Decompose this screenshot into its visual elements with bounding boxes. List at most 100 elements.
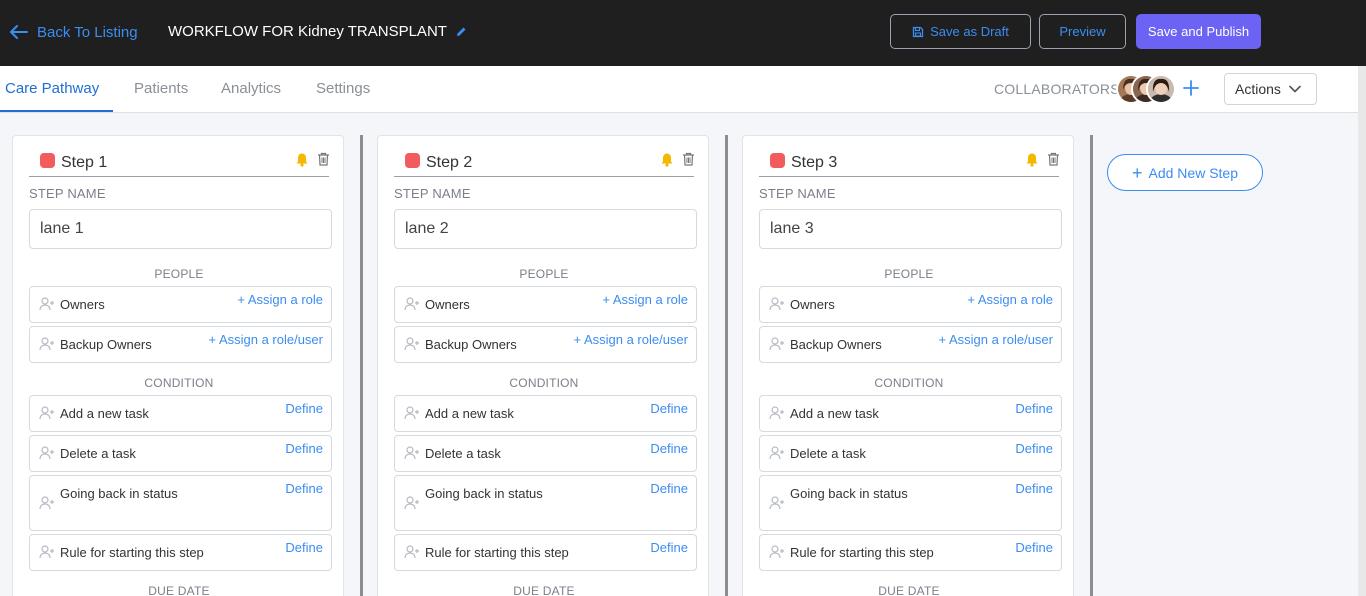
tab-analytics[interactable]: Analytics (221, 80, 281, 97)
user-plus-icon (404, 337, 420, 356)
condition-row: Add a new task Define (759, 395, 1062, 432)
condition-label: Add a new task (425, 406, 514, 421)
assign-role-link[interactable]: + Assign a role (967, 292, 1053, 307)
trash-icon[interactable] (317, 152, 330, 171)
trash-icon[interactable] (1047, 152, 1060, 171)
bell-icon[interactable] (660, 152, 674, 172)
tabs-bar: Care Pathway Patients Analytics Settings… (0, 66, 1358, 113)
trash-icon[interactable] (682, 152, 695, 171)
user-plus-icon (39, 406, 55, 425)
active-tab-indicator (0, 110, 113, 112)
define-link[interactable]: Define (650, 441, 688, 456)
condition-row: Add a new task Define (29, 395, 332, 432)
actions-label: Actions (1235, 81, 1281, 97)
assign-role-user-link[interactable]: + Assign a role/user (208, 332, 323, 347)
user-plus-icon (769, 496, 785, 515)
avatar[interactable] (1146, 74, 1176, 104)
preview-button[interactable]: Preview (1039, 14, 1126, 49)
step-title: Step 3 (791, 154, 838, 171)
backup-owners-label: Backup Owners (790, 337, 882, 352)
owners-row: Owners + Assign a role (759, 286, 1062, 323)
define-link[interactable]: Define (1015, 401, 1053, 416)
define-link[interactable]: Define (1015, 441, 1053, 456)
owners-label: Owners (790, 297, 835, 312)
floppy-disk-icon (912, 26, 924, 37)
back-to-listing-link[interactable]: Back To Listing (10, 22, 138, 42)
user-plus-icon (404, 406, 420, 425)
user-plus-icon (769, 297, 785, 316)
people-section-label: PEOPLE (519, 267, 569, 281)
people-section-label: PEOPLE (154, 267, 204, 281)
step-status-dot (40, 153, 55, 168)
condition-section-label: CONDITION (509, 376, 579, 390)
define-link[interactable]: Define (285, 540, 323, 555)
plus-icon: + (1131, 162, 1143, 183)
condition-label: Add a new task (60, 406, 149, 421)
step-name-label: STEP NAME (394, 186, 471, 201)
top-bar: Back To Listing WORKFLOW FOR Kidney TRAN… (0, 0, 1366, 66)
assign-role-link[interactable]: + Assign a role (602, 292, 688, 307)
column-divider (1090, 135, 1093, 596)
condition-row: Going back in status Define (29, 475, 332, 531)
condition-section-label: CONDITION (874, 376, 944, 390)
condition-label: Delete a task (790, 446, 866, 461)
arrow-left-icon (10, 25, 28, 39)
save-as-draft-button[interactable]: Save as Draft (890, 14, 1031, 49)
tab-care-pathway[interactable]: Care Pathway (5, 80, 99, 97)
user-plus-icon (404, 496, 420, 515)
condition-row: Delete a task Define (394, 435, 697, 472)
user-plus-icon (769, 545, 785, 564)
define-link[interactable]: Define (1015, 481, 1053, 496)
add-new-step-button[interactable]: + Add New Step (1107, 154, 1263, 191)
condition-row: Rule for starting this step Define (29, 534, 332, 571)
user-plus-icon (39, 545, 55, 564)
define-link[interactable]: Define (1015, 540, 1053, 555)
step-title: Step 1 (61, 154, 108, 171)
condition-row: Delete a task Define (759, 435, 1062, 472)
step-status-dot (770, 153, 785, 168)
define-link[interactable]: Define (650, 481, 688, 496)
step-name-input[interactable] (29, 209, 332, 249)
condition-row: Going back in status Define (759, 475, 1062, 531)
bell-icon[interactable] (295, 152, 309, 172)
bell-icon[interactable] (1025, 152, 1039, 172)
user-plus-icon (769, 337, 785, 356)
tab-settings[interactable]: Settings (316, 80, 370, 97)
backup-owners-label: Backup Owners (425, 337, 517, 352)
tab-patients[interactable]: Patients (134, 80, 188, 97)
edit-pencil-icon[interactable] (455, 26, 467, 38)
add-step-label: Add New Step (1148, 164, 1239, 181)
condition-row: Going back in status Define (394, 475, 697, 531)
condition-row: Rule for starting this step Define (759, 534, 1062, 571)
step-name-input[interactable] (394, 209, 697, 249)
step-column: Step 2 STEP NAME PEOPLE Owners + Assign … (377, 135, 709, 596)
define-link[interactable]: Define (650, 540, 688, 555)
backup-owners-row: Backup Owners + Assign a role/user (29, 326, 332, 363)
condition-section-label: CONDITION (144, 376, 214, 390)
column-divider (725, 135, 728, 596)
define-link[interactable]: Define (650, 401, 688, 416)
user-plus-icon (769, 406, 785, 425)
back-label: Back To Listing (37, 23, 138, 41)
define-link[interactable]: Define (285, 401, 323, 416)
backup-owners-label: Backup Owners (60, 337, 152, 352)
vertical-scrollbar[interactable] (1358, 66, 1366, 596)
actions-dropdown[interactable]: Actions (1224, 73, 1317, 105)
condition-label: Going back in status (425, 486, 543, 501)
assign-role-user-link[interactable]: + Assign a role/user (938, 332, 1053, 347)
save-and-publish-button[interactable]: Save and Publish (1136, 14, 1261, 49)
user-plus-icon (39, 496, 55, 515)
define-link[interactable]: Define (285, 481, 323, 496)
assign-role-user-link[interactable]: + Assign a role/user (573, 332, 688, 347)
people-section-label: PEOPLE (884, 267, 934, 281)
owners-row: Owners + Assign a role (29, 286, 332, 323)
add-collaborator-icon[interactable] (1182, 79, 1200, 102)
due-date-section-label: DUE DATE (148, 584, 210, 596)
publish-label: Save and Publish (1147, 24, 1250, 39)
define-link[interactable]: Define (285, 441, 323, 456)
due-date-section-label: DUE DATE (513, 584, 575, 596)
step-name-input[interactable] (759, 209, 1062, 249)
column-divider (360, 135, 363, 596)
step-status-dot (405, 153, 420, 168)
assign-role-link[interactable]: + Assign a role (237, 292, 323, 307)
